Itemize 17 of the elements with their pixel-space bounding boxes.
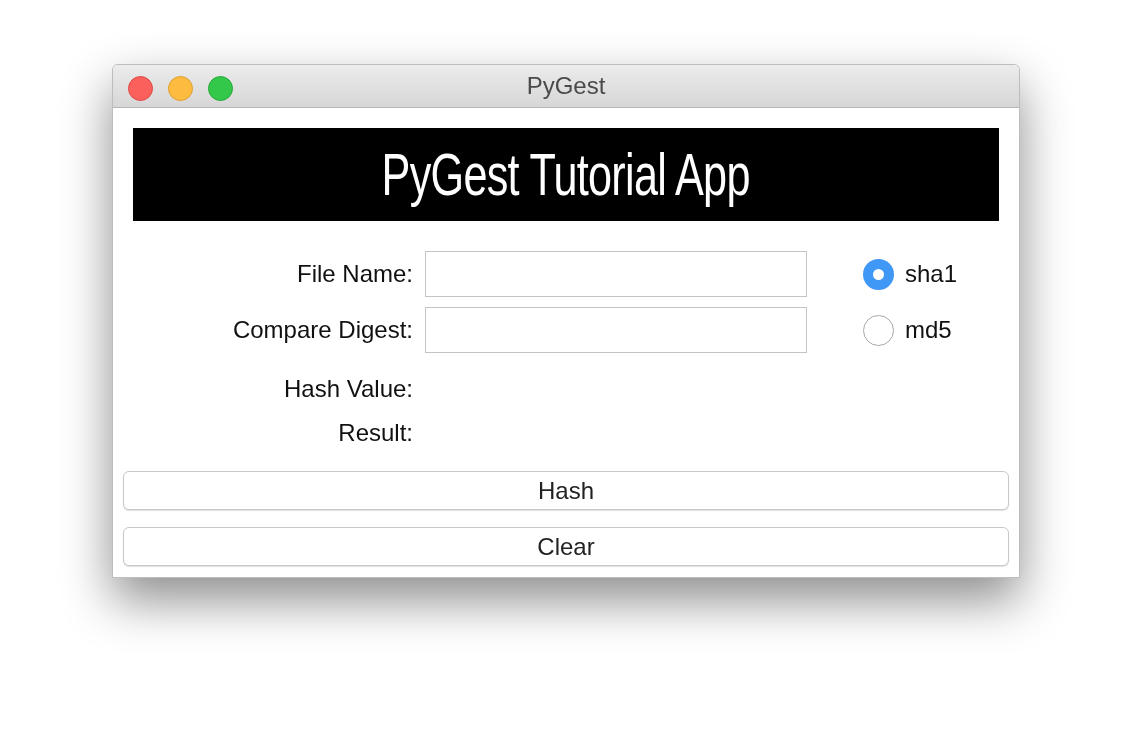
input-field[interactable] [425,251,807,297]
zoom-button[interactable] [208,76,233,101]
banner-title: PyGest Tutorial App [381,140,751,209]
window-title: PyGest [526,72,606,100]
field-label: Compare Digest: [231,316,413,344]
action-button[interactable]: Clear [123,527,1009,566]
action-button[interactable]: Hash [123,471,1009,510]
output-label: Result: [337,418,413,448]
output-label: Hash Value: [283,374,413,404]
radio-label: sha1 [905,260,958,288]
minimize-button[interactable] [168,76,193,101]
field-label: File Name: [295,260,413,288]
close-button[interactable] [128,76,153,101]
radio-label: md5 [905,316,952,344]
radio-button[interactable] [863,258,894,290]
input-field[interactable] [425,307,807,353]
radio-button[interactable] [863,314,894,346]
